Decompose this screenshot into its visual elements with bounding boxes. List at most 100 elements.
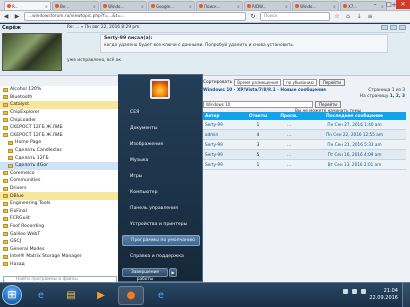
list-item[interactable]: CKEPOCT 12ГБ Ж.ЛИБ [0,132,119,140]
tab-close-icon[interactable]: × [141,4,144,9]
list-item[interactable]: Catalyst [0,101,119,109]
maximize-button[interactable]: □ [382,0,396,9]
shutdown-button[interactable]: Завершение работы [122,268,168,282]
start-menu-item[interactable]: Компьютер [122,187,200,198]
start-menu-item[interactable]: Изображения [122,139,200,150]
user-picture[interactable] [150,79,170,99]
start-menu-item[interactable]: Музыка [122,155,200,166]
close-button[interactable]: ✕ [396,0,410,9]
star-icon[interactable]: ☆ [333,13,341,21]
back-icon[interactable]: ◀ [2,13,10,21]
topic-last[interactable]: Пн Сен 21, 2016 5:33 am [303,142,406,147]
network-icon[interactable] [343,289,348,294]
list-item[interactable]: ChipLoader [0,116,119,124]
list-item[interactable]: Communities [0,177,119,185]
browser-tab[interactable]: Google... × [148,1,195,10]
tab-close-icon[interactable]: × [237,4,240,9]
start-menu-item[interactable]: Игры [122,171,200,182]
start-menu-item[interactable]: Программы по умолчанию [122,235,200,246]
jump-go-button[interactable]: Перейти [315,101,341,108]
start-menu-item[interactable]: СЕЯ [122,107,200,118]
list-item[interactable]: DBlue [0,192,119,200]
tab-close-icon[interactable]: × [285,4,288,9]
topic-author[interactable]: Serty-99 [203,122,241,127]
topic-author[interactable]: admin [203,132,241,137]
shutdown-options-icon[interactable]: ▶ [169,268,177,277]
list-item[interactable]: Назад [0,261,119,269]
list-item[interactable]: Galileo WebT [0,230,119,238]
flag-icon[interactable] [361,289,366,294]
list-item[interactable]: CKEPOCT 12ГБ Ж.ЛИБ [0,124,119,132]
forward-icon[interactable]: ▶ [13,13,21,21]
topic-last[interactable]: Вт Сен 13, 2016 2:01 am [303,162,406,167]
topic-author[interactable]: Serty-99 [203,162,241,167]
menu-icon[interactable]: ≡ [366,13,374,21]
firefox-icon[interactable]: ● [118,286,144,305]
search-input[interactable]: Поиск [260,12,330,21]
download-icon[interactable]: ↓ [355,13,363,21]
browser-tab[interactable]: R... × [4,1,51,10]
list-item[interactable]: ChipExplorer [0,109,119,117]
show-desktop-button[interactable] [402,283,410,307]
column-header[interactable]: Просм. [275,114,303,119]
quote-icon[interactable] [399,25,406,30]
topic-author[interactable]: Serty-99 [203,142,241,147]
topic-last[interactable]: Пн Сен 22, 2016 12:55 am [303,132,406,137]
list-item[interactable]: Home Page [0,139,119,147]
list-item[interactable]: Сделать Candleclas [0,147,119,155]
column-header[interactable]: Ответы [241,114,275,119]
volume-icon[interactable] [352,289,357,294]
minimize-button[interactable]: – [368,0,382,9]
tab-close-icon[interactable]: × [93,4,96,9]
browser-tab[interactable]: Ве... × [52,1,99,10]
start-menu-item[interactable]: Панель управления [122,203,200,214]
list-item[interactable]: Engineering Tools [0,200,119,208]
list-item[interactable]: Alcohol 120% [0,86,119,94]
list-item[interactable]: GSCJ [0,238,119,246]
browser-tab[interactable]: Windo... × [100,1,147,10]
browser-tab[interactable]: Windo... × [292,1,339,10]
list-item[interactable]: Bluetooth [0,94,119,102]
clock[interactable]: 21:04 22.09.2016 [369,288,398,302]
list-item[interactable]: Drivers [0,185,119,193]
ie-icon[interactable]: e [28,286,54,305]
list-item[interactable]: Intel® Matrix Storage Manager [0,253,119,261]
reload-icon[interactable]: ↻ [249,13,257,21]
address-bar[interactable]: ...windowsforum.ru/viewtopic.php?f=...&t… [24,12,246,21]
start-menu-item[interactable]: Документы [122,123,200,134]
list-item[interactable]: FCRGuiit [0,215,119,223]
list-item[interactable]: FixFinal [0,208,119,216]
edit-icon[interactable] [381,25,388,30]
list-item[interactable]: Сделать 12ГБ [0,154,119,162]
column-header[interactable]: Последнее сообщение [303,114,406,119]
start-menu-item[interactable]: Справка и поддержка [122,251,200,262]
forum-title[interactable]: Windows 10 - XP/Vista/7/8/8.1 - Новые со… [203,88,326,93]
topic-author[interactable]: Serty-99 [203,152,241,157]
list-item[interactable]: General Modes [0,245,119,253]
media-player-icon[interactable]: ▶ [88,286,114,305]
tab-close-icon[interactable]: × [45,4,48,9]
home-icon[interactable]: ⌂ [344,13,352,21]
sort-select[interactable]: Время размещения [234,79,282,86]
browser-tab[interactable]: Поиск... × [196,1,243,10]
order-select[interactable]: по убыванию [283,79,317,86]
report-icon[interactable] [390,25,397,30]
topic-last[interactable]: Пн Сен 27, 2016 1:40 am [303,122,406,127]
ie-icon-2[interactable]: e [148,286,174,305]
list-item[interactable]: Coremelco [0,170,119,178]
explorer-icon[interactable]: ▤ [58,286,84,305]
topic-last[interactable]: Пт Сен 16, 2016 4:09 am [303,152,406,157]
sort-go-button[interactable]: Перейти [318,79,345,86]
tab-close-icon[interactable]: × [189,4,192,9]
list-item[interactable]: Сделать 4Gor [0,161,119,170]
tab-close-icon[interactable]: × [333,4,336,9]
post-username[interactable]: Серёж [2,25,21,31]
column-header[interactable]: Автор [203,114,241,119]
browser-tab[interactable]: RIDW... × [244,1,291,10]
start-menu-item[interactable]: Устройства и принтеры [122,219,200,230]
start-button[interactable] [2,285,22,305]
pagination-pages[interactable]: 1, 2, 3 [390,94,405,99]
forum-jump-select[interactable]: Windows 10 [203,101,313,108]
list-item[interactable]: Foof Recording [0,223,119,231]
folder-icon [3,178,8,183]
